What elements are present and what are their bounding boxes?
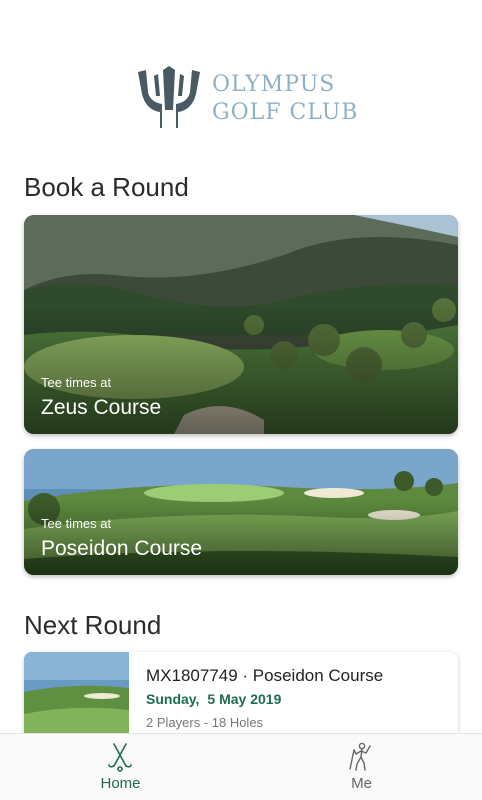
zeus-card-title: Zeus Course [41,396,162,419]
round-details: 2 Players - 18 Holes [146,715,264,730]
tab-home[interactable]: Home [0,734,241,800]
round-date: Sunday, 5 May 2019 [146,691,289,707]
poseidon-card-subtitle: Tee times at [41,516,112,531]
round-date-value: 5 May 2019 [207,691,282,707]
zeus-course-card[interactable]: Tee times at Zeus Course [24,215,458,434]
round-day: Sunday, [146,691,200,707]
next-round-heading: Next Round [24,610,162,640]
bottom-tab-bar: Home Me [0,733,482,800]
trident-icon [138,66,200,128]
poseidon-card-title: Poseidon Course [41,537,203,560]
booking-reference: MX1807749 · Poseidon Course [146,666,384,685]
book-round-heading: Book a Round [24,172,189,202]
tab-me[interactable]: Me [241,734,482,800]
poseidon-course-card[interactable]: Tee times at Poseidon Course [24,449,458,575]
logo-title-line1: OLYMPUS [212,72,336,97]
logo-title-line2: GOLF CLUB [212,100,359,125]
zeus-card-subtitle: Tee times at [41,375,112,390]
tab-me-label: Me [351,775,372,792]
golf-clubs-icon [108,743,132,772]
club-logo: OLYMPUS GOLF CLUB [0,62,482,134]
golfer-icon [349,742,371,771]
tab-home-label: Home [100,775,141,792]
